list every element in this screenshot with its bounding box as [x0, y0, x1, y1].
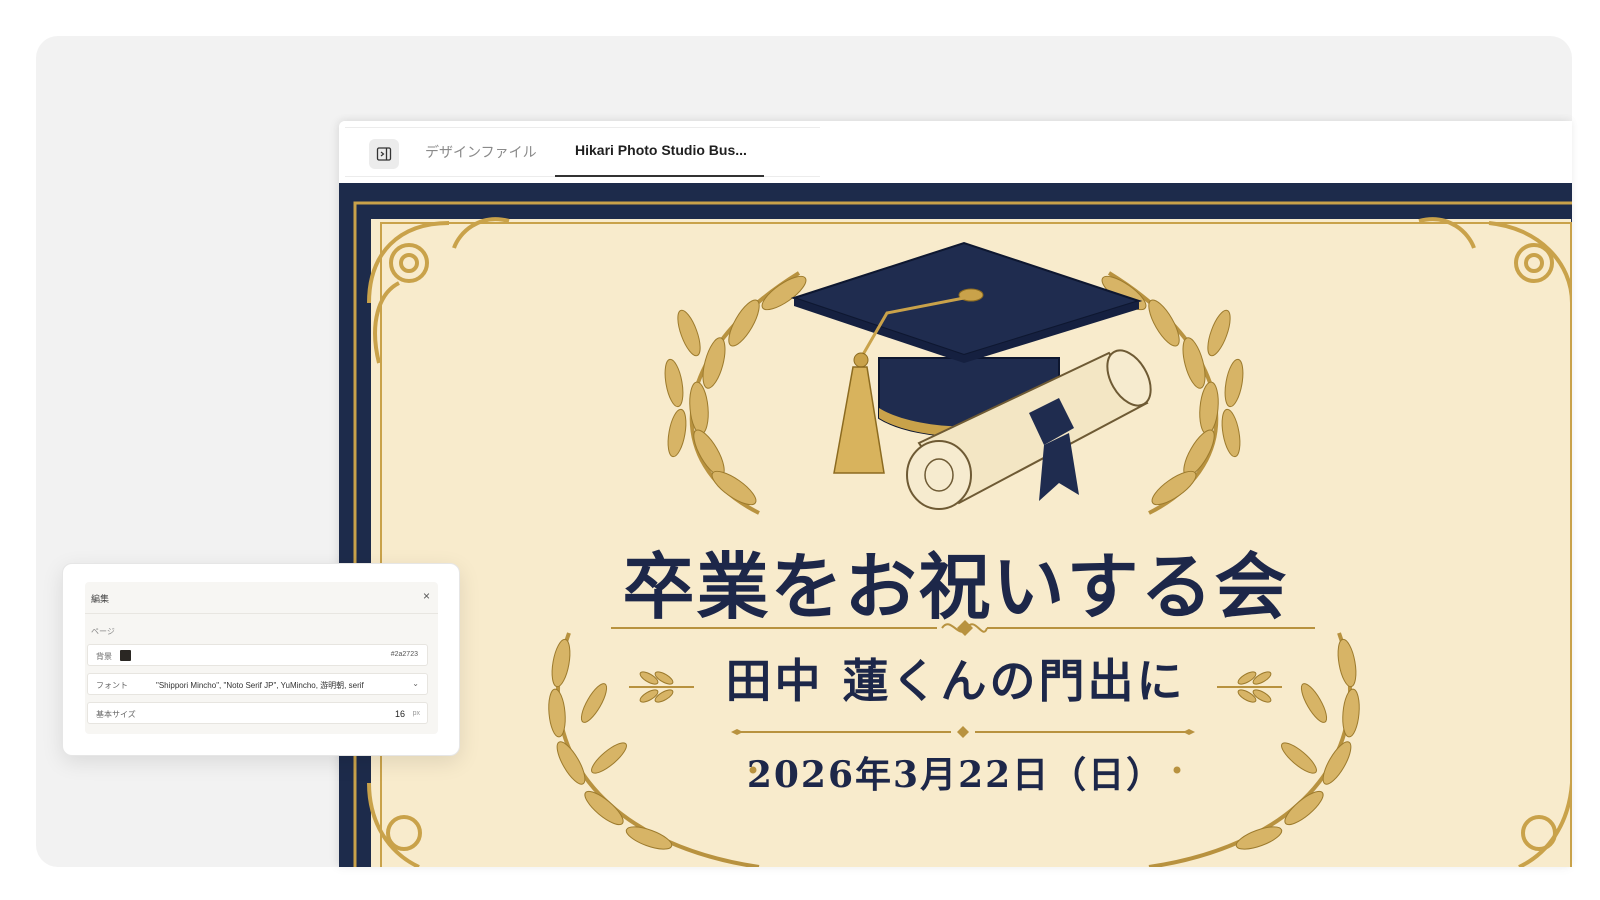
tab-design-file[interactable]: デザインファイル: [425, 142, 537, 162]
edit-panel-title: 編集: [91, 594, 110, 604]
active-tab-underline: [555, 175, 764, 177]
font-family-select[interactable]: フォント "Shippori Mincho", "Noto Serif JP",…: [87, 673, 428, 695]
sidebar-toggle-button[interactable]: [369, 139, 399, 169]
base-size-field[interactable]: 基本サイズ 16 px: [87, 702, 428, 724]
background-label: 背景: [96, 652, 112, 661]
editor-window: デザインファイル Hikari Photo Studio Bus... 卒業をお…: [339, 121, 1572, 867]
close-icon[interactable]: ×: [423, 589, 430, 603]
tab-bar: デザインファイル Hikari Photo Studio Bus...: [339, 121, 1572, 183]
background-color-field[interactable]: 背景 #2a2723: [87, 644, 428, 666]
base-size-value[interactable]: 16: [395, 709, 405, 719]
font-label: フォント: [96, 681, 128, 690]
edit-panel-body: 編集 × ページ 背景 #2a2723 フォント "Shippori Minch…: [85, 582, 438, 734]
base-size-label: 基本サイズ: [96, 710, 136, 719]
base-size-unit: px: [412, 710, 420, 717]
design-canvas[interactable]: 卒業をお祝いする会 田中 蓮くんの門出に 2026年3月22日（日）: [339, 183, 1572, 867]
chevron-down-icon[interactable]: ⌄: [412, 679, 419, 688]
edit-panel-header: 編集 ×: [85, 582, 438, 614]
font-family-value[interactable]: "Shippori Mincho", "Noto Serif JP", YuMi…: [156, 680, 364, 691]
background-color-swatch[interactable]: [120, 650, 131, 661]
background-color-value[interactable]: #2a2723: [391, 651, 418, 658]
edit-panel: 編集 × ページ 背景 #2a2723 フォント "Shippori Minch…: [62, 563, 460, 756]
tab-strip: デザインファイル Hikari Photo Studio Bus...: [345, 127, 820, 177]
card-subtitle[interactable]: 田中 蓮くんの門出に: [339, 645, 1572, 711]
tab-active-document[interactable]: Hikari Photo Studio Bus...: [575, 142, 747, 158]
card-date[interactable]: 2026年3月22日（日）: [339, 746, 1572, 798]
sidebar-toggle-icon: [376, 147, 392, 161]
page-section-label: ページ: [91, 627, 115, 636]
card-title[interactable]: 卒業をお祝いする会: [339, 528, 1572, 633]
